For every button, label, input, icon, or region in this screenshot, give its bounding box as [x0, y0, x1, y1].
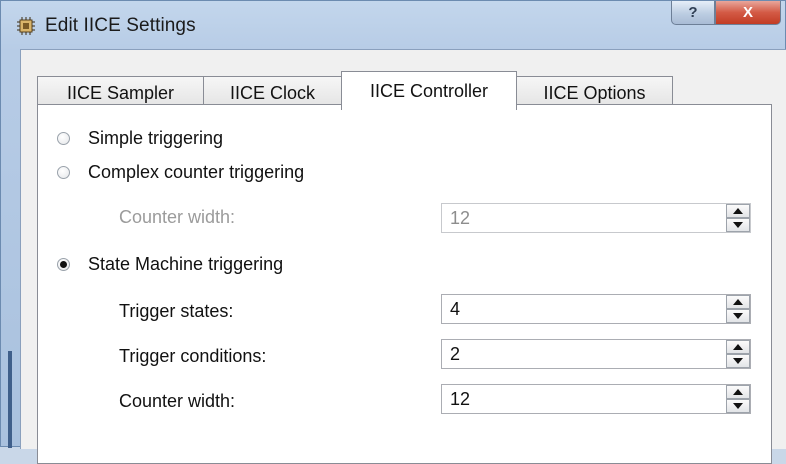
arrow-up-icon: [733, 208, 743, 214]
tab-label: IICE Options: [543, 82, 646, 103]
spin-up-button[interactable]: [726, 204, 750, 218]
radio-button[interactable]: [57, 132, 70, 145]
help-icon: ?: [688, 4, 698, 21]
state-machine-triggering-label: State Machine triggering: [88, 254, 284, 274]
tab-label: IICE Clock: [229, 82, 316, 103]
simple-triggering-label: Simple triggering: [88, 128, 224, 148]
arrow-up-icon: [733, 344, 743, 350]
simple-triggering-option[interactable]: Simple triggering: [57, 128, 223, 149]
tab-iice-controller[interactable]: IICE Controller: [341, 71, 517, 110]
radio-button[interactable]: [57, 166, 70, 179]
trigger-conditions-spinbox[interactable]: [441, 339, 751, 369]
window-title: Edit IICE Settings: [45, 15, 196, 36]
arrow-down-icon: [733, 222, 743, 228]
state-machine-triggering-option[interactable]: State Machine triggering: [57, 254, 283, 275]
help-button[interactable]: ?: [671, 1, 715, 25]
tab-label: IICE Controller: [369, 80, 489, 101]
trigger-states-label: Trigger states:: [119, 301, 234, 321]
tab-label: IICE Sampler: [66, 82, 175, 103]
complex-counter-width-spinbox[interactable]: [441, 203, 751, 233]
title-bar[interactable]: Edit IICE Settings ? X: [1, 1, 786, 49]
spin-buttons: [726, 295, 750, 323]
close-icon: X: [742, 4, 753, 21]
complex-counter-triggering-option[interactable]: Complex counter triggering: [57, 162, 304, 183]
tab-bar: IICE Sampler IICE Clock IICE Controller …: [37, 71, 673, 110]
arrow-down-icon: [733, 313, 743, 319]
arrow-down-icon: [733, 358, 743, 364]
chip-gear-icon: [17, 17, 35, 35]
spin-down-button[interactable]: [726, 309, 750, 323]
trigger-states-spinbox[interactable]: [441, 294, 751, 324]
spin-buttons: [726, 340, 750, 368]
background-window-edge: [8, 351, 12, 448]
trigger-states-input[interactable]: [442, 295, 722, 323]
complex-counter-triggering-label: Complex counter triggering: [88, 162, 305, 182]
spin-buttons: [726, 385, 750, 413]
radio-button-selected[interactable]: [57, 258, 70, 271]
counter-width-spinbox[interactable]: [441, 384, 751, 414]
spin-down-button[interactable]: [726, 354, 750, 368]
counter-width-label: Counter width:: [119, 391, 236, 411]
spin-up-button[interactable]: [726, 295, 750, 309]
counter-width-input[interactable]: [442, 385, 722, 413]
spin-down-button[interactable]: [726, 218, 750, 232]
arrow-down-icon: [733, 403, 743, 409]
arrow-up-icon: [733, 389, 743, 395]
complex-counter-width-input[interactable]: [442, 204, 722, 232]
trigger-conditions-input[interactable]: [442, 340, 722, 368]
complex-counter-width-label: Counter width:: [119, 207, 236, 227]
spin-buttons: [726, 204, 750, 232]
spin-up-button[interactable]: [726, 385, 750, 399]
dialog-window: Edit IICE Settings ? X IICE Sampler IICE…: [0, 0, 786, 464]
trigger-conditions-label: Trigger conditions:: [119, 346, 267, 366]
arrow-up-icon: [733, 299, 743, 305]
spin-up-button[interactable]: [726, 340, 750, 354]
close-button[interactable]: X: [715, 1, 781, 25]
spin-down-button[interactable]: [726, 399, 750, 413]
